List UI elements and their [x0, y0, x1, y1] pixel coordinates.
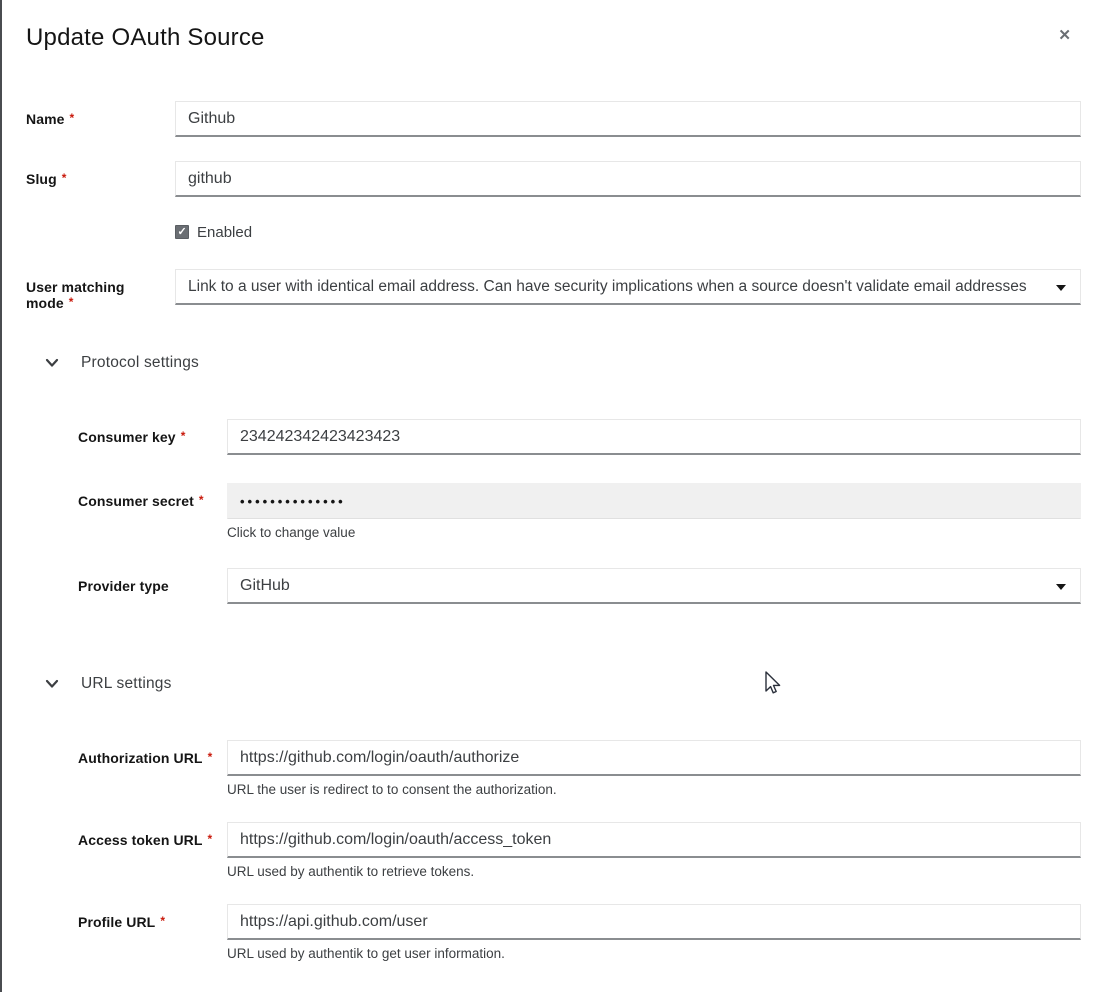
profile-url-label: Profile URL *	[78, 904, 227, 930]
user-matching-mode-select[interactable]: Link to a user with identical email addr…	[175, 269, 1081, 305]
page-title: Update OAuth Source	[26, 24, 1081, 52]
required-asterisk: *	[208, 750, 213, 764]
consumer-secret-helper[interactable]: Click to change value	[227, 525, 1081, 540]
required-asterisk: *	[208, 832, 213, 846]
provider-type-value: GitHub	[240, 577, 1050, 595]
access-token-url-label: Access token URL *	[78, 822, 227, 848]
protocol-settings-section-toggle[interactable]: Protocol settings	[26, 353, 1081, 373]
user-matching-mode-value: Link to a user with identical email addr…	[188, 278, 1050, 296]
chevron-down-icon	[1056, 285, 1066, 291]
chevron-down-icon	[45, 679, 59, 689]
required-asterisk: *	[181, 429, 186, 443]
chevron-down-icon	[1056, 584, 1066, 590]
name-label: Name *	[26, 101, 175, 127]
update-oauth-source-modal: Update OAuth Source ✕ Name * Slug * Enable…	[0, 0, 1104, 992]
profile-url-label-text: Profile URL	[78, 914, 155, 930]
background-page-edge	[0, 0, 2, 992]
access-token-url-label-text: Access token URL	[78, 832, 203, 848]
access-token-url-helper: URL used by authentik to retrieve tokens…	[227, 864, 1081, 879]
provider-type-label-text: Provider type	[78, 578, 169, 594]
form-row-name: Name *	[26, 101, 1081, 137]
protocol-settings-body: Consumer key * Consumer secret * Click to …	[26, 419, 1081, 604]
required-asterisk: *	[70, 111, 75, 125]
chevron-down-icon	[45, 358, 59, 368]
consumer-secret-field[interactable]	[227, 483, 1081, 519]
protocol-settings-title: Protocol settings	[81, 354, 199, 372]
authorization-url-label: Authorization URL *	[78, 740, 227, 766]
form-row-consumer-secret: Consumer secret * Click to change value	[78, 483, 1081, 540]
profile-url-helper: URL used by authentik to get user inform…	[227, 946, 1081, 961]
url-settings-title: URL settings	[81, 675, 172, 693]
user-matching-mode-label: User matching mode*	[26, 269, 175, 311]
form-row-slug: Slug *	[26, 161, 1081, 197]
oauth-source-form: Name* Slug* Enabled User matching mode*	[26, 101, 1081, 961]
required-asterisk: *	[62, 171, 67, 185]
access-token-url-field[interactable]	[227, 822, 1081, 858]
name-label-text: Name	[26, 111, 65, 127]
slug-label: Slug *	[26, 161, 175, 187]
name-field[interactable]	[175, 101, 1081, 137]
consumer-secret-label: Consumer secret *	[78, 483, 227, 509]
enabled-checkbox[interactable]	[175, 225, 189, 239]
modal-header: Update OAuth Source ✕	[26, 24, 1081, 56]
form-row-user-matching-mode: User matching mode* Link to a user with …	[26, 269, 1081, 311]
enabled-checkbox-row: Enabled	[175, 224, 1081, 240]
url-settings-section-toggle[interactable]: URL settings	[26, 674, 1081, 694]
authorization-url-field[interactable]	[227, 740, 1081, 776]
enabled-checkbox-label: Enabled	[197, 224, 252, 241]
form-row-profile-url: Profile URL * URL used by authentik to ge…	[78, 904, 1081, 961]
consumer-key-label-text: Consumer key	[78, 429, 176, 445]
required-asterisk: *	[199, 493, 204, 507]
form-row-consumer-key: Consumer key *	[78, 419, 1081, 455]
provider-type-label: Provider type	[78, 568, 227, 594]
url-settings-body: Authorization URL * URL the user is redir…	[26, 740, 1081, 961]
consumer-key-label: Consumer key *	[78, 419, 227, 445]
form-row-provider-type: Provider type GitHub	[78, 568, 1081, 604]
profile-url-field[interactable]	[227, 904, 1081, 940]
form-row-access-token-url: Access token URL * URL used by authentik …	[78, 822, 1081, 879]
slug-label-text: Slug	[26, 171, 57, 187]
close-icon[interactable]: ✕	[1058, 28, 1071, 43]
required-asterisk: *	[69, 295, 74, 309]
required-asterisk: *	[160, 914, 165, 928]
form-row-authorization-url: Authorization URL * URL the user is redir…	[78, 740, 1081, 797]
consumer-key-field[interactable]	[227, 419, 1081, 455]
provider-type-select[interactable]: GitHub	[227, 568, 1081, 604]
slug-field[interactable]	[175, 161, 1081, 197]
authorization-url-helper: URL the user is redirect to to consent t…	[227, 782, 1081, 797]
user-matching-mode-label-text: User matching mode	[26, 279, 125, 311]
authorization-url-label-text: Authorization URL	[78, 750, 203, 766]
consumer-secret-label-text: Consumer secret	[78, 493, 194, 509]
